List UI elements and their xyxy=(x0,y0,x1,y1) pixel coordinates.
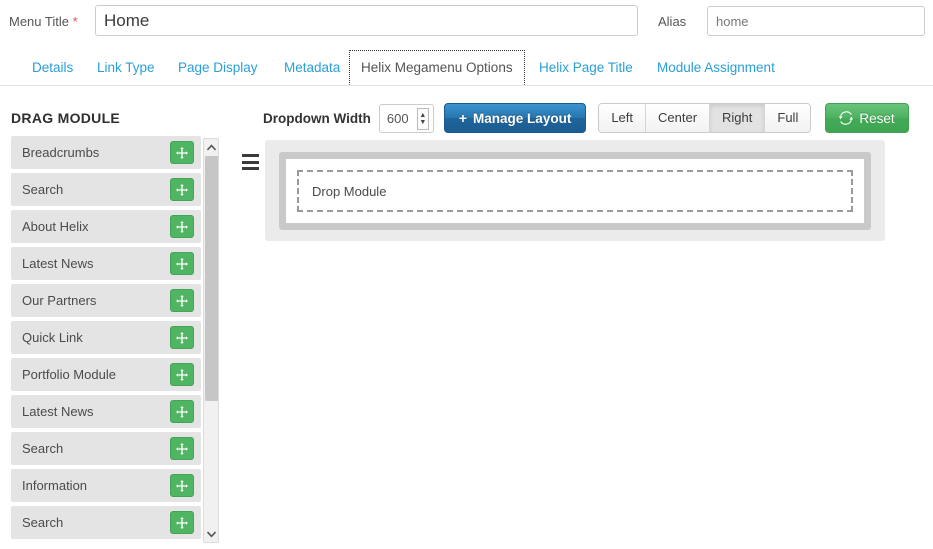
dropdown-width-stepper[interactable]: 600 ▲ ▼ xyxy=(379,104,434,133)
module-list-item-label: Search xyxy=(11,182,63,197)
module-list-item[interactable]: Quick Link xyxy=(11,321,201,354)
dropdown-width-label: Dropdown Width xyxy=(263,111,371,126)
tab-link-type[interactable]: Link Type xyxy=(85,50,167,85)
layout-canvas: Drop Module xyxy=(235,140,895,250)
module-list-item-label: Information xyxy=(11,478,87,493)
tab-helix-page-title[interactable]: Helix Page Title xyxy=(527,50,645,85)
module-list-item[interactable]: Latest News xyxy=(11,247,201,280)
align-full-button[interactable]: Full xyxy=(765,104,810,132)
module-list-item-label: Quick Link xyxy=(11,330,83,345)
dropdown-width-value[interactable]: 600 xyxy=(380,111,409,126)
tab-label: Helix Megamenu Options xyxy=(361,60,513,75)
stepper-down-icon[interactable]: ▼ xyxy=(419,119,426,126)
module-list-item[interactable]: Search xyxy=(11,173,201,206)
drag-module-heading: DRAG MODULE xyxy=(11,110,120,126)
tab-helix-megamenu-options[interactable]: Helix Megamenu Options xyxy=(349,50,525,85)
module-list-item-label: Latest News xyxy=(11,256,94,271)
module-list-scrollbar[interactable] xyxy=(203,138,219,543)
module-drop-zone[interactable]: Drop Module xyxy=(297,170,853,212)
megamenu-options-screen: Menu Title * Alias Details Link Type Page … xyxy=(0,0,933,549)
drag-handle-bar xyxy=(242,154,259,157)
align-center-button[interactable]: Center xyxy=(646,104,710,132)
module-list-item-label: Search xyxy=(11,515,63,530)
tab-label: Details xyxy=(32,60,73,75)
drag-module-list[interactable]: Breadcrumbs Search About Helix Latest News O… xyxy=(11,136,215,549)
move-arrows-icon[interactable] xyxy=(170,363,194,386)
tab-metadata[interactable]: Metadata xyxy=(272,50,352,85)
chevron-down-icon[interactable] xyxy=(204,526,219,542)
manage-layout-button[interactable]: + Manage Layout xyxy=(444,103,586,133)
tab-label: Metadata xyxy=(284,60,340,75)
tab-label: Helix Page Title xyxy=(539,60,633,75)
tab-module-assignment[interactable]: Module Assignment xyxy=(645,50,787,85)
layout-toolbar: Dropdown Width 600 ▲ ▼ + Manage Layout L… xyxy=(263,103,909,133)
module-list-item[interactable]: Latest News xyxy=(11,395,201,428)
module-list-item-label: Breadcrumbs xyxy=(11,145,99,160)
plus-icon: + xyxy=(459,110,467,126)
module-list-item-label: Latest News xyxy=(11,404,94,419)
move-arrows-icon[interactable] xyxy=(170,289,194,312)
tab-label: Link Type xyxy=(97,60,155,75)
tab-label: Module Assignment xyxy=(657,60,775,75)
tab-page-display[interactable]: Page Display xyxy=(166,50,270,85)
module-list-item[interactable]: Search xyxy=(11,506,201,539)
menu-title-label-text: Menu Title xyxy=(9,14,69,29)
module-list-item-label: Portfolio Module xyxy=(11,367,116,382)
menu-title-input[interactable] xyxy=(95,5,638,36)
align-button-label: Left xyxy=(611,110,633,125)
scrollbar-thumb[interactable] xyxy=(205,156,218,401)
menu-title-label: Menu Title * xyxy=(9,14,78,29)
move-arrows-icon[interactable] xyxy=(170,437,194,460)
module-list-item-label: Our Partners xyxy=(11,293,96,308)
alias-input[interactable] xyxy=(707,6,925,36)
refresh-icon xyxy=(839,111,853,125)
module-list-item[interactable]: About Helix xyxy=(11,210,201,243)
drop-zone-label: Drop Module xyxy=(299,184,386,199)
top-field-row: Menu Title * Alias xyxy=(0,0,933,43)
layout-row: Drop Module xyxy=(265,140,885,241)
module-list-item[interactable]: Portfolio Module xyxy=(11,358,201,391)
module-list-item-label: Search xyxy=(11,441,63,456)
required-asterisk: * xyxy=(73,14,78,29)
stepper-up-icon[interactable]: ▲ xyxy=(419,112,426,119)
reset-button[interactable]: Reset xyxy=(825,103,908,133)
tab-label: Page Display xyxy=(178,60,258,75)
move-arrows-icon[interactable] xyxy=(170,141,194,164)
manage-layout-button-label: Manage Layout xyxy=(473,111,571,126)
module-list-item[interactable]: Information xyxy=(11,469,201,502)
module-list-item-label: About Helix xyxy=(11,219,88,234)
align-right-button[interactable]: Right xyxy=(710,104,765,132)
module-list-item[interactable]: Search xyxy=(11,432,201,465)
align-button-label: Center xyxy=(658,110,697,125)
tab-bar: Details Link Type Page Display Metadata Heli… xyxy=(0,50,933,86)
move-arrows-icon[interactable] xyxy=(170,400,194,423)
align-button-label: Full xyxy=(777,110,798,125)
module-list-item[interactable]: Breadcrumbs xyxy=(11,136,201,169)
drag-handle-bar xyxy=(242,161,259,164)
align-button-label: Right xyxy=(722,110,752,125)
alignment-button-group: Left Center Right Full xyxy=(598,103,811,133)
chevron-up-icon[interactable] xyxy=(204,139,219,155)
align-left-button[interactable]: Left xyxy=(599,104,646,132)
move-arrows-icon[interactable] xyxy=(170,474,194,497)
move-arrows-icon[interactable] xyxy=(170,178,194,201)
move-arrows-icon[interactable] xyxy=(170,252,194,275)
move-arrows-icon[interactable] xyxy=(170,326,194,349)
module-list-item[interactable]: Our Partners xyxy=(11,284,201,317)
alias-label: Alias xyxy=(658,14,686,29)
move-arrows-icon[interactable] xyxy=(170,511,194,534)
stepper-arrows-icon[interactable]: ▲ ▼ xyxy=(417,108,429,130)
move-arrows-icon[interactable] xyxy=(170,215,194,238)
reset-button-label: Reset xyxy=(859,111,894,126)
tab-details[interactable]: Details xyxy=(20,50,85,85)
layout-column: Drop Module xyxy=(279,152,871,230)
drag-handle-icon[interactable] xyxy=(242,154,260,170)
drag-handle-bar xyxy=(242,167,259,170)
